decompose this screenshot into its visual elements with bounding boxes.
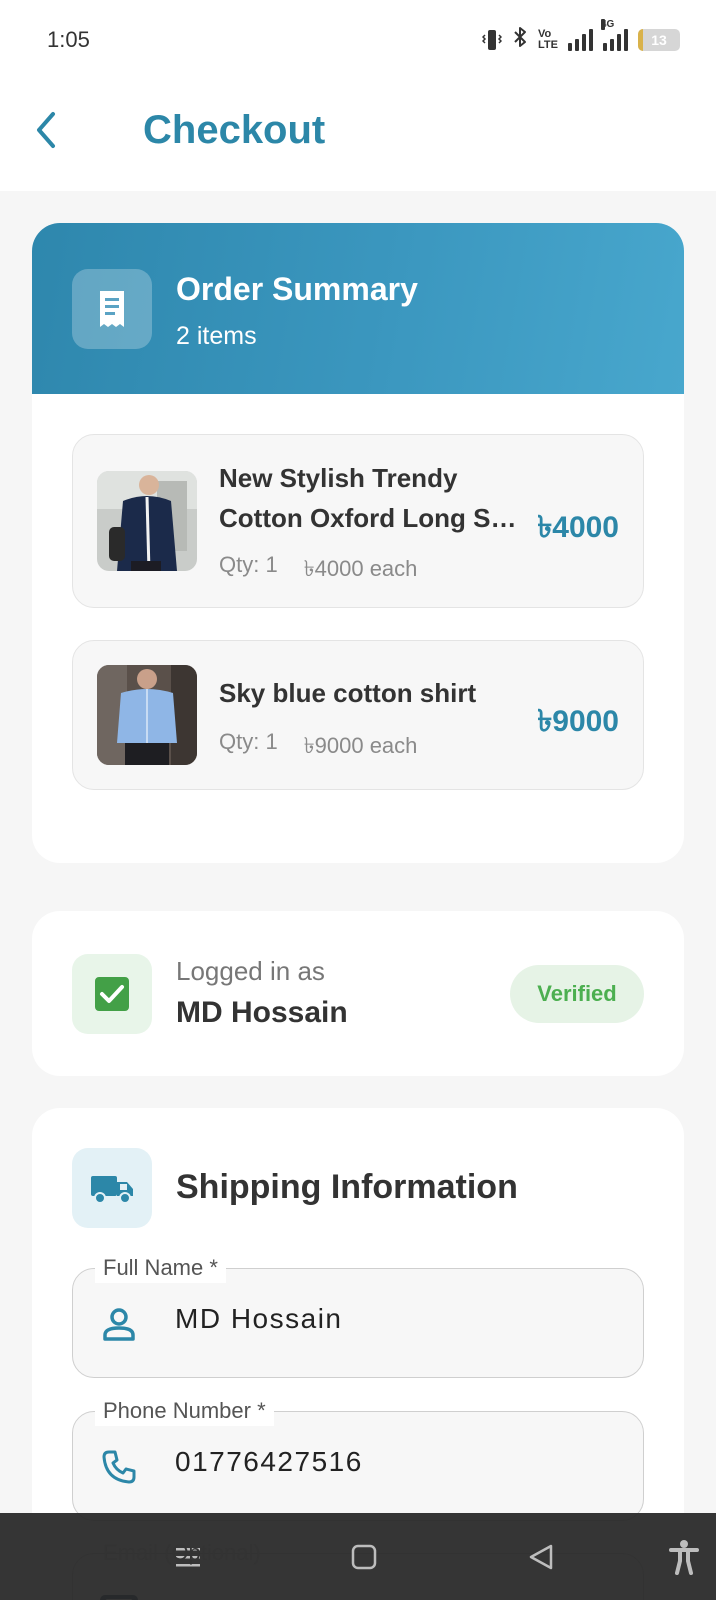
signal-4g-icon: 4G xyxy=(601,19,628,51)
logged-in-label: Logged in as xyxy=(176,956,325,986)
item-name: Sky blue cotton shirt xyxy=(219,678,477,708)
field-label: Email (Optional) xyxy=(103,1540,261,1565)
battery-fill xyxy=(638,29,644,51)
back-button[interactable] xyxy=(24,102,68,158)
item-unit-price: ৳4000 each xyxy=(303,556,418,581)
volte-indicator: Vo LTE xyxy=(538,29,558,51)
check-box-icon xyxy=(72,954,152,1034)
logged-in-card: Logged in as MD Hossain Verified xyxy=(32,911,684,1076)
item-qty: Qty: 1 xyxy=(219,552,278,577)
vibrate-icon xyxy=(481,27,503,53)
logged-in-user: MD Hossain xyxy=(176,996,348,1029)
order-item[interactable]: Sky blue cotton shirt Qty: 1 ৳9000 each … xyxy=(72,640,644,790)
volte-label-bottom: LTE xyxy=(538,39,558,51)
item-unit-price: ৳9000 each xyxy=(303,733,418,758)
field-label: Full Name * xyxy=(95,1253,226,1283)
receipt-icon xyxy=(72,269,152,349)
person-icon xyxy=(99,1304,139,1344)
battery-level: 13 xyxy=(651,32,667,48)
item-total-price: ৳4000 xyxy=(537,511,619,544)
network-type-label: 4G xyxy=(601,19,615,30)
item-qty: Qty: 1 xyxy=(219,729,278,754)
battery-icon: 13 xyxy=(638,29,680,51)
accessibility-icon[interactable] xyxy=(664,1537,704,1577)
status-icons: Vo LTE 4G 13 xyxy=(481,19,680,56)
page-title: Checkout xyxy=(143,108,326,152)
back-triangle-icon[interactable] xyxy=(521,1537,561,1577)
chevron-left-icon xyxy=(37,112,55,148)
phone-number-value[interactable]: 01776427516 xyxy=(175,1446,363,1478)
phone-number-field[interactable]: Phone Number * 01776427516 xyxy=(72,1396,644,1521)
item-meta: Qty: 1 ৳9000 each xyxy=(219,729,417,766)
order-summary-card: Order Summary 2 items New Stylish Trendy… xyxy=(32,223,684,863)
order-summary-title: Order Summary xyxy=(176,271,418,307)
signal-bars-icon xyxy=(568,29,593,51)
item-name: New Stylish Trendy Cotton Oxford Long S… xyxy=(219,463,517,533)
full-name-field[interactable]: Full Name * MD Hossain xyxy=(72,1253,644,1378)
navy-shirt-photo xyxy=(97,471,197,571)
order-summary-header: Order Summary 2 items xyxy=(32,223,684,394)
status-bar: 1:05 Vo LTE 4G 13 xyxy=(0,0,716,82)
sky-blue-shirt-photo xyxy=(97,665,197,765)
order-item-count: 2 items xyxy=(176,322,257,350)
app-bar: Checkout xyxy=(0,82,716,191)
phone-icon xyxy=(99,1447,139,1487)
home-square-icon[interactable] xyxy=(344,1537,384,1577)
item-total-price: ৳9000 xyxy=(537,705,619,738)
truck-icon xyxy=(72,1148,152,1228)
verified-badge: Verified xyxy=(510,965,644,1023)
item-meta: Qty: 1 ৳4000 each xyxy=(219,552,417,589)
status-time: 1:05 xyxy=(47,27,90,52)
order-item[interactable]: New Stylish Trendy Cotton Oxford Long S…… xyxy=(72,434,644,608)
field-label: Phone Number * xyxy=(95,1396,274,1426)
full-name-value[interactable]: MD Hossain xyxy=(175,1303,342,1335)
shipping-title: Shipping Information xyxy=(176,1168,518,1206)
bluetooth-icon xyxy=(512,25,528,55)
